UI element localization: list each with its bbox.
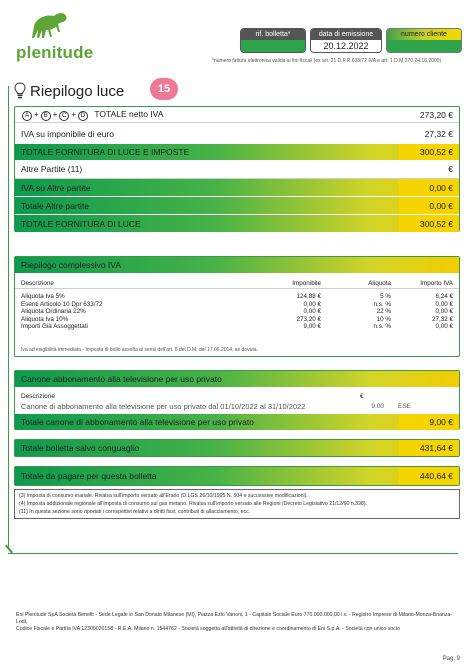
tv-line-label: Canone di abbonamento alla televisione p… — [21, 402, 306, 411]
table-row: Importi Già Assoggettati 9,00 € n.s. % 0,00… — [21, 323, 453, 331]
six-legged-dog-icon — [32, 13, 67, 38]
plenitude-logo: plenitude — [16, 10, 93, 66]
tv-canone-box: Canone abbonamento alla televisione per … — [14, 370, 460, 430]
summary-table: A + B + C + D TOTALE netto IVA 273,20 € IVA su… — [14, 106, 460, 232]
footnotes-box: (3) Imposta di consumo erariale. Rivalsa… — [14, 489, 460, 519]
totale-pagare-label: Totale da pagare per questa bolletta — [21, 471, 157, 481]
tv-total-amount: 9,00 € — [399, 414, 459, 430]
summary-row-total-imposte: TOTALE FORNITURA DI LUCE E IMPOSTE 300,5… — [15, 144, 459, 160]
iva-summary-box: Riepilogo complessivo IVA Descrizione Im… — [14, 256, 460, 357]
horizontal-rule — [8, 553, 458, 554]
iva-table-header: Descrizione Imponibile Aliquota Importo … — [15, 279, 459, 289]
iva-altre-label: IVA su Altre partite — [21, 182, 91, 193]
iva-note: Iva ad esigibilità immediata - Imposta d… — [21, 347, 258, 353]
footnote: (3) Imposta di consumo erariale. Rivalsa… — [19, 493, 308, 499]
letter-d: D — [78, 110, 89, 121]
totale-altre-amount: 0,00 € — [399, 197, 459, 214]
summary-row-totale-luce: TOTALE FORNITURA DI LUCE 300,52 € — [15, 214, 459, 232]
table-row: Aliquota Ordinaria 22% 0,00 €22 % 0,00 € — [21, 308, 453, 316]
iva-table: Descrizione Imponibile Aliquota Importo … — [15, 279, 459, 331]
totale-salvo-label: Totale bolletta salvo conguaglio — [21, 443, 140, 453]
lightbulb-icon — [14, 82, 26, 99]
summary-row-altre: Altre Partite (11) € — [15, 160, 459, 179]
totale-salvo-box: Totale bolletta salvo conguaglio 431,64 … — [14, 439, 460, 457]
numero-cliente-box: numero cliente — [386, 28, 462, 53]
totale-luce-label: TOTALE FORNITURA DI LUCE — [21, 218, 141, 229]
iva-label: IVA su imponibile di euro — [21, 129, 114, 139]
totale-luce-amount: 300,52 € — [399, 215, 459, 232]
numero-cliente-label: numero cliente — [387, 29, 461, 40]
totale-altre-label: Totale Altre partite — [21, 200, 90, 211]
table-row: Aliquota Iva 5% 124,88 €5 % 6,24 € — [21, 293, 453, 301]
tv-total-row: Totale canone di abbonamento alla televi… — [15, 414, 459, 430]
data-emissione-value: 20.12.2022 — [311, 40, 381, 52]
iva-amount: 27,32 € — [424, 129, 453, 139]
page-badge: 15 — [150, 78, 178, 100]
table-row: Aliquota Iva 10% 273,20 €10 % 27,32 € — [21, 315, 453, 323]
totale-pagare-amount: 440,64 € — [399, 467, 459, 485]
totale-pagare-box: Totale da pagare per questa bolletta 440… — [14, 466, 460, 486]
altre-amount: € — [448, 164, 453, 174]
legal-footer: Eni Plenitude SpA Società Benefit - Sede… — [16, 612, 462, 633]
rif-bolletta-box: rif. bolletta* — [240, 28, 306, 53]
letter-a: A — [22, 110, 32, 121]
summary-row-totale-altre: Totale Altre partite 0,00 € — [15, 196, 459, 214]
iva-altre-amount: 0,00 € — [399, 179, 459, 196]
total-imposte-amount: 300,52 € — [399, 144, 459, 160]
tv-total-label: Totale canone di abbonamento alla televi… — [21, 417, 254, 427]
page-title: Riepilogo luce — [30, 82, 125, 100]
brand-name: plenitude — [16, 43, 94, 62]
letter-c: C — [59, 110, 70, 121]
net-amount: 273,20 € — [419, 109, 453, 120]
total-imposte-label: TOTALE FORNITURA DI LUCE E IMPOSTE — [21, 147, 190, 157]
tv-line-row: Canone di abbonamento alla televisione p… — [15, 401, 459, 412]
iva-title: Riepilogo complessivo IVA — [15, 257, 459, 273]
section-title-row: Riepilogo luce — [14, 80, 124, 102]
data-emissione-box: data di emissione 20.12.2022 — [310, 28, 382, 53]
header-note: *numero fattura elettronica valida ai fi… — [212, 58, 442, 64]
letter-b: B — [40, 110, 51, 121]
table-row: Esenti Articolo 10 Dpr 633/72 0,00 € n.s. … — [21, 300, 453, 308]
altre-label: Altre Partite (11) — [21, 164, 83, 174]
footnote: (11) In questa sezione sono riportati i … — [19, 509, 251, 515]
page-number: Pag. 9 — [442, 656, 460, 662]
tv-line-code: ESE — [398, 403, 412, 410]
summary-row-iva: IVA su imponibile di euro 27,32 € — [15, 124, 459, 144]
footer-line: Eni Plenitude SpA Società Benefit - Sede… — [16, 612, 453, 625]
tv-line-amount: 9,00 — [371, 403, 384, 410]
totale-salvo-amount: 431,64 € — [399, 440, 459, 456]
rif-bolletta-value — [241, 40, 305, 52]
numero-cliente-value — [387, 40, 461, 52]
data-emissione-label: data di emissione — [311, 29, 381, 40]
footnote: (4) Imposta addizionale regionale all'im… — [19, 501, 367, 507]
left-rule — [8, 86, 9, 548]
summary-row-iva-altre: IVA su Altre partite 0,00 € — [15, 179, 459, 196]
tv-currency-header: € — [360, 392, 364, 400]
tv-header-row: Descrizione € — [15, 391, 459, 401]
tv-title: Canone abbonamento alla televisione per … — [15, 371, 459, 387]
summary-row-net: A + B + C + D TOTALE netto IVA 273,20 € — [15, 107, 459, 123]
tv-desc-header: Descrizione — [21, 392, 55, 400]
net-label: TOTALE netto IVA — [94, 108, 164, 119]
rif-bolletta-label: rif. bolletta* — [241, 29, 305, 40]
footer-line: Codice Fiscale e Partita IVA 12300020158… — [16, 626, 400, 632]
